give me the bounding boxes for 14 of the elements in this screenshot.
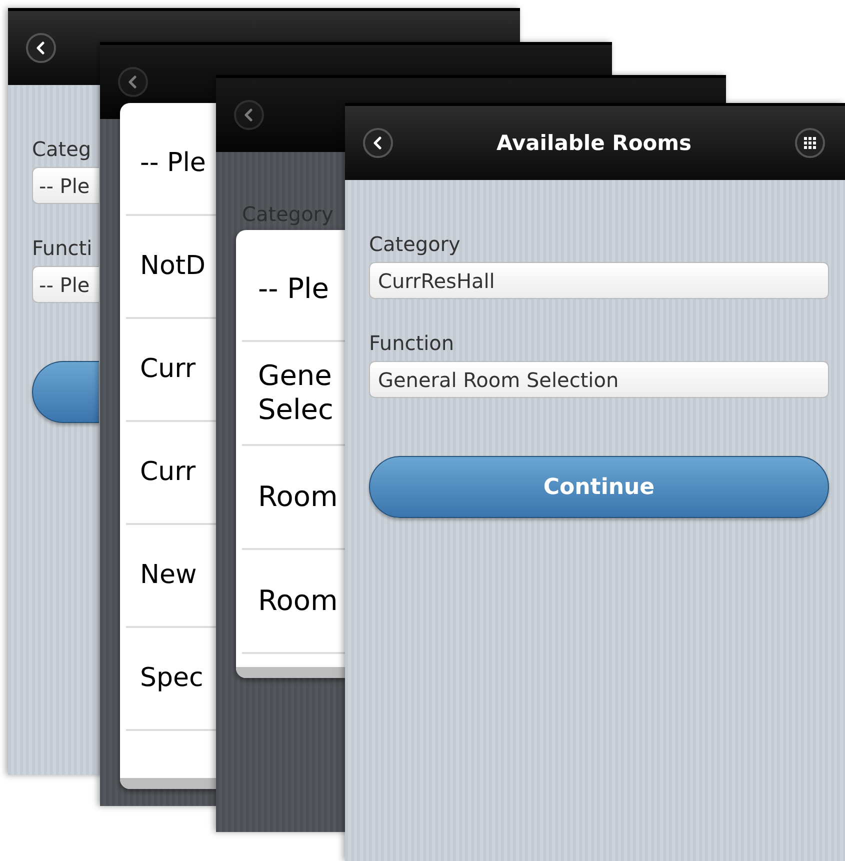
grid-icon[interactable]: [795, 128, 825, 158]
field-label: Category: [369, 232, 460, 256]
field-label: Function: [369, 331, 454, 355]
select-field[interactable]: CurrResHall: [369, 262, 829, 299]
back-icon[interactable]: [26, 33, 56, 63]
select-field[interactable]: -- Ple: [32, 266, 99, 303]
select-field[interactable]: General Room Selection: [369, 361, 829, 398]
select-field[interactable]: -- Ple: [32, 167, 99, 204]
screen-title: Available Rooms: [496, 131, 692, 155]
continue-button[interactable]: Continue: [369, 456, 829, 518]
continue-button[interactable]: [32, 361, 99, 423]
field-label: Functi: [32, 236, 94, 260]
field-label: Categ: [32, 137, 92, 161]
back-icon[interactable]: [363, 128, 393, 158]
